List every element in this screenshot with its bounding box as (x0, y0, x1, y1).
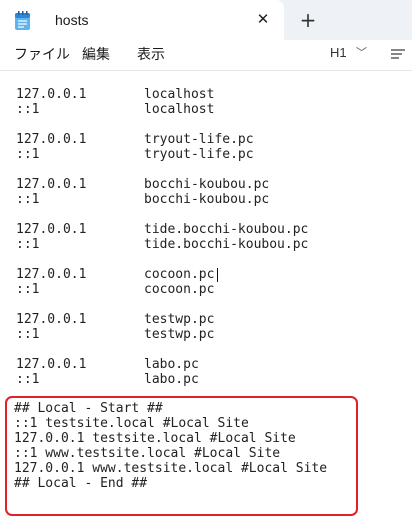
hostname: bocchi-koubou.pc (144, 177, 270, 192)
ip-address: 127.0.0.1 (16, 357, 87, 372)
text-caret (217, 268, 218, 282)
ip-address: ::1 (16, 372, 40, 387)
ip-address: ::1 (16, 327, 40, 342)
hostname: localhost (144, 87, 215, 102)
hostname: tide.bocchi-koubou.pc (144, 222, 309, 237)
local-block-line: ## Local - Start ## (14, 401, 163, 416)
title-bar: hosts ✕ + (0, 0, 412, 40)
ip-address: 127.0.0.1 (16, 267, 87, 282)
ip-address: ::1 (16, 192, 40, 207)
tab-title: hosts (55, 12, 89, 28)
menu-bar: ファイル 編集 表示 H1 ﹀ (0, 40, 412, 71)
hostname: labo.pc (144, 357, 199, 372)
hostname: localhost (144, 102, 215, 117)
ip-address: 127.0.0.1 (16, 87, 87, 102)
menu-view[interactable]: 表示 (137, 44, 165, 64)
ip-address: ::1 (16, 237, 40, 252)
hostname: bocchi-koubou.pc (144, 192, 270, 207)
local-block-line: ::1 testsite.local #Local Site (14, 416, 249, 431)
hostname: cocoon.pc (144, 267, 215, 282)
ip-address: ::1 (16, 282, 40, 297)
hostname: labo.pc (144, 372, 199, 387)
ip-address: 127.0.0.1 (16, 222, 87, 237)
menu-edit[interactable]: 編集 (82, 44, 110, 64)
hostname: cocoon.pc (144, 282, 215, 297)
chevron-down-icon[interactable]: ﹀ (356, 44, 367, 60)
local-block-line: ::1 www.testsite.local #Local Site (14, 446, 281, 461)
notepad-icon (15, 11, 30, 30)
ip-address: ::1 (16, 147, 40, 162)
local-block-line: ## Local - End ## (14, 476, 148, 491)
heading-select[interactable]: H1 (330, 45, 347, 60)
hostname: testwp.pc (144, 327, 215, 342)
hostname: tide.bocchi-koubou.pc (144, 237, 309, 252)
hostname: testwp.pc (144, 312, 215, 327)
close-icon[interactable]: ✕ (252, 8, 274, 30)
format-icon[interactable] (388, 44, 408, 64)
ip-address: ::1 (16, 102, 40, 117)
hostname: tryout-life.pc (144, 147, 254, 162)
ip-address: 127.0.0.1 (16, 132, 87, 147)
ip-address: 127.0.0.1 (16, 177, 87, 192)
local-block-line: 127.0.0.1 testsite.local #Local Site (14, 431, 296, 446)
menu-file[interactable]: ファイル (14, 44, 70, 64)
hostname: tryout-life.pc (144, 132, 254, 147)
plus-icon[interactable]: + (296, 8, 320, 32)
ip-address: 127.0.0.1 (16, 312, 87, 327)
local-block-line: 127.0.0.1 www.testsite.local #Local Site (14, 461, 328, 476)
tab-hosts[interactable]: hosts ✕ (0, 0, 284, 40)
